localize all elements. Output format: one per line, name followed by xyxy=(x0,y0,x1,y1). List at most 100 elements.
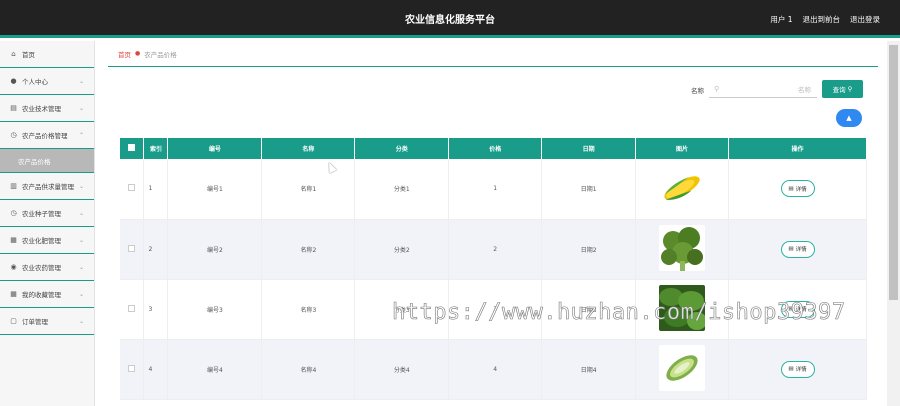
chevron-down-icon: ⌄ xyxy=(78,105,84,112)
chevron-down-icon: ⌄ xyxy=(78,264,84,271)
sidebar-item-supply[interactable]: ▥ 农产品供求量管理 ⌄ xyxy=(0,173,94,200)
name-cell: 名称3 xyxy=(261,279,356,340)
name-cell: 名称1 xyxy=(261,159,356,220)
search-icon: ⚲ xyxy=(714,84,720,93)
clock-icon: ◷ xyxy=(10,208,17,217)
row-checkbox-cell[interactable] xyxy=(120,219,145,280)
broccoli-image[interactable] xyxy=(659,225,706,271)
detail-button[interactable]: ▤ 详情 xyxy=(780,360,815,378)
sidebar-item-label: 首页 xyxy=(22,51,35,59)
sidebar-item-fertilizer[interactable]: ▦ 农业化肥管理 ⌄ xyxy=(0,227,94,254)
list-icon: ▥ xyxy=(10,181,17,190)
select-all-checkbox[interactable] xyxy=(120,138,145,159)
detail-button-label: 详情 xyxy=(795,367,807,373)
main-content: 首页 ● 农产品价格 名称 ⚲ 名称 查询 ⚲ ▲ 索引 编号 名称 分类 价格… xyxy=(108,41,878,406)
switch-frontend-link[interactable]: 退出到前台 xyxy=(803,14,841,25)
category-cell: 分类1 xyxy=(354,159,450,220)
column-header: 图片 xyxy=(635,138,730,159)
detail-button-label: 详情 xyxy=(795,247,807,253)
detail-button[interactable]: ▤ 详情 xyxy=(780,180,815,198)
search-label: 名称 xyxy=(691,87,704,95)
chevron-down-icon: ⌄ xyxy=(78,78,84,85)
sidebar: ⌂ 首页 ● 个人中心 ⌄ ▤ 农业技术管理 ⌄ ◷ 农产品价格管理 ⌃ 农产品… xyxy=(0,41,95,406)
sidebar-item-home[interactable]: ⌂ 首页 xyxy=(0,41,94,68)
sidebar-subitem-price[interactable]: 农产品价格 xyxy=(0,149,94,173)
row-checkbox-cell[interactable] xyxy=(120,339,145,400)
chevron-down-icon: ⌄ xyxy=(78,318,84,325)
column-header: 分类 xyxy=(354,138,450,159)
search-icon: ⚲ xyxy=(847,85,853,93)
header-links: 用户 1 退出到前台 退出登录 xyxy=(770,14,880,25)
watermark-text: https://www.huzhan.com/ishop39397 xyxy=(392,300,846,326)
sidebar-item-favorites[interactable]: ▦ 我的收藏管理 ⌄ xyxy=(0,281,94,308)
row-checkbox-cell[interactable] xyxy=(120,279,145,340)
melon-image[interactable] xyxy=(659,345,706,391)
sidebar-item-orders[interactable]: ▢ 订单管理 ⌄ xyxy=(0,308,94,335)
scrollbar-thumb[interactable] xyxy=(889,45,898,300)
code-cell: 编号2 xyxy=(167,219,263,280)
chevron-down-icon: ⌄ xyxy=(78,291,84,298)
checkbox[interactable] xyxy=(128,184,136,192)
sidebar-item-price-mgmt[interactable]: ◷ 农产品价格管理 ⌃ xyxy=(0,122,94,149)
pin-icon: ◉ xyxy=(10,262,17,271)
sidebar-item-label: 订单管理 xyxy=(22,318,48,326)
corn-image[interactable] xyxy=(659,164,706,211)
column-header: 编号 xyxy=(167,138,263,159)
action-cell: ▤ 详情 xyxy=(728,219,867,280)
detail-button[interactable]: ▤ 详情 xyxy=(780,240,815,258)
index-cell: 1 xyxy=(143,159,169,220)
checkbox[interactable] xyxy=(128,244,136,252)
index-cell: 3 xyxy=(143,279,169,340)
checkbox[interactable] xyxy=(128,144,136,151)
user-label[interactable]: 用户 1 xyxy=(770,14,792,25)
category-cell: 分类2 xyxy=(354,219,450,280)
sidebar-item-pesticide[interactable]: ◉ 农业农药管理 ⌄ xyxy=(0,254,94,281)
column-header: 操作 xyxy=(728,138,867,159)
sidebar-item-personal-center[interactable]: ● 个人中心 ⌄ xyxy=(0,68,94,95)
search-input[interactable]: ⚲ 名称 xyxy=(709,80,817,98)
caret-up-icon: ▲ xyxy=(846,114,852,122)
chevron-down-icon: ⌄ xyxy=(78,237,84,244)
table-row: 2 编号2 名称2 分类2 2 日期2 ▤ 详情 xyxy=(120,219,867,280)
sidebar-item-label: 我的收藏管理 xyxy=(22,291,61,299)
breadcrumb-home[interactable]: 首页 xyxy=(118,49,131,59)
sidebar-item-tech[interactable]: ▤ 农业技术管理 ⌄ xyxy=(0,95,94,122)
sidebar-item-label: 农业化肥管理 xyxy=(22,237,61,245)
query-button-label: 查询 xyxy=(832,86,846,94)
search-placeholder: 名称 xyxy=(798,85,811,94)
action-cell: ▤ 详情 xyxy=(728,159,867,220)
name-cell: 名称4 xyxy=(261,339,356,400)
sidebar-item-label: 农业技术管理 xyxy=(22,105,61,113)
sidebar-item-label: 农产品供求量管理 xyxy=(22,183,74,191)
price-cell: 4 xyxy=(448,339,543,400)
table-header-row: 索引 编号 名称 分类 价格 日期 图片 操作 xyxy=(120,138,867,159)
chevron-down-icon: ⌄ xyxy=(78,210,84,217)
app-title: 农业信息化服务平台 xyxy=(405,15,495,26)
table-row: 1 编号1 名称1 分类1 1 日期1 ▤ 详情 xyxy=(120,159,867,220)
index-cell: 2 xyxy=(143,219,169,280)
sidebar-item-label: 农产品价格管理 xyxy=(22,132,68,140)
box-icon: ▦ xyxy=(10,235,17,244)
checkbox[interactable] xyxy=(128,364,136,372)
top-header: 农业信息化服务平台 用户 1 退出到前台 退出登录 xyxy=(0,0,900,38)
category-cell: 分类4 xyxy=(354,339,450,400)
checkbox[interactable] xyxy=(128,304,136,312)
index-cell: 4 xyxy=(143,339,169,400)
sidebar-item-seeds[interactable]: ◷ 农业种子管理 ⌄ xyxy=(0,200,94,227)
date-cell: 日期2 xyxy=(541,219,637,280)
column-header: 价格 xyxy=(448,138,543,159)
query-button[interactable]: 查询 ⚲ xyxy=(822,80,863,98)
vertical-scrollbar[interactable] xyxy=(887,41,900,406)
column-header: 索引 xyxy=(143,138,169,159)
price-table: 索引 编号 名称 分类 价格 日期 图片 操作 1 编号1 名称1 分类1 1 … xyxy=(120,138,867,400)
collapse-button[interactable]: ▲ xyxy=(836,109,862,127)
row-checkbox-cell[interactable] xyxy=(120,159,145,220)
price-cell: 2 xyxy=(448,219,543,280)
image-cell xyxy=(635,219,730,280)
price-cell: 1 xyxy=(448,159,543,220)
home-icon: ⌂ xyxy=(11,49,16,58)
chevron-up-icon: ⌃ xyxy=(78,132,84,139)
column-header: 日期 xyxy=(541,138,637,159)
code-cell: 编号3 xyxy=(167,279,263,340)
logout-link[interactable]: 退出登录 xyxy=(850,14,880,25)
